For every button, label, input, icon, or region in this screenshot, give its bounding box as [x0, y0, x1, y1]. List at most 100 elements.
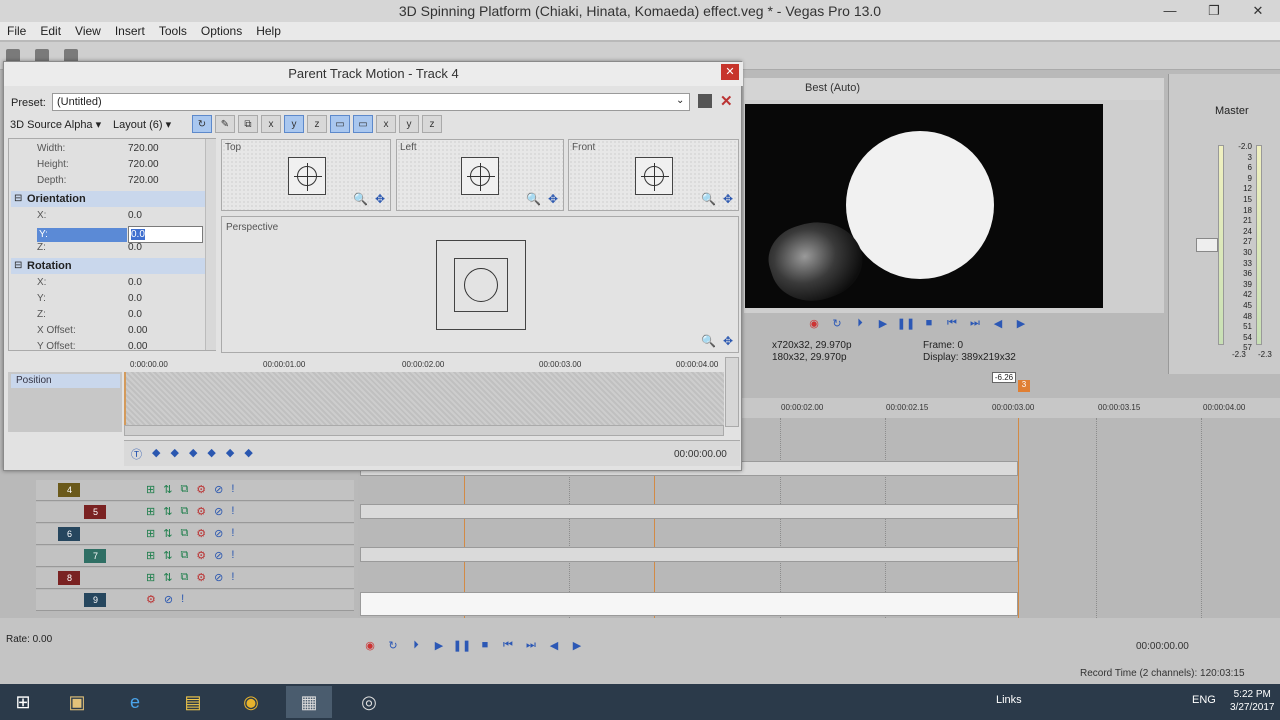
prevent-x-icon[interactable]: x — [261, 115, 281, 133]
menu-insert[interactable]: Insert — [115, 22, 145, 40]
chevron-down-icon[interactable]: ⌄ — [676, 95, 684, 106]
front-viewport[interactable]: Front 🔍 ✥ — [568, 139, 739, 211]
solo-icon[interactable]: ! — [231, 549, 234, 562]
loop-icon[interactable]: ↻ — [385, 637, 401, 653]
track-header[interactable]: 8 ⊞ ⇅ ⧉ ⚙ ⊘! — [36, 568, 354, 589]
move-icon[interactable]: ✥ — [723, 334, 733, 348]
dialog-close-button[interactable]: ✕ — [721, 64, 739, 80]
record-icon[interactable]: ◉ — [362, 637, 378, 653]
track-header[interactable]: 4 ⊞ ⇅ ⧉ ⚙ ⊘! — [36, 480, 354, 501]
menu-view[interactable]: View — [75, 22, 101, 40]
compositing-icon[interactable]: ⧉ — [180, 549, 188, 562]
vegas-pro-icon[interactable]: ▦ — [286, 686, 332, 718]
go-end-icon[interactable]: ⏭ — [523, 637, 539, 653]
prev-keyframe-icon[interactable]: ◆ — [170, 446, 178, 462]
region-marker[interactable]: 3 — [1018, 380, 1030, 392]
next-frame-icon[interactable]: ▶ — [569, 637, 585, 653]
add-keyframe-icon[interactable]: ◆ — [189, 446, 197, 462]
menu-file[interactable]: File — [7, 22, 26, 40]
compositing-icon[interactable]: ⧉ — [180, 527, 188, 540]
internet-explorer-icon[interactable]: e — [112, 686, 158, 718]
zoom-icon[interactable]: 🔍 — [353, 192, 368, 206]
track-fx-icon[interactable]: ⊞ — [146, 505, 155, 518]
chrome-icon[interactable]: ◉ — [228, 686, 274, 718]
prev-frame-icon[interactable]: ◀ — [546, 637, 562, 653]
solo-icon[interactable]: ! — [231, 527, 234, 540]
recycle-app-icon[interactable]: ▣ — [54, 686, 100, 718]
menu-tools[interactable]: Tools — [159, 22, 187, 40]
clip-event[interactable] — [360, 504, 1018, 519]
track-fx-icon[interactable]: ⊞ — [146, 549, 155, 562]
delete-keyframe-icon[interactable]: ◆ — [244, 446, 252, 462]
rotate-icon[interactable]: ↻ — [192, 115, 212, 133]
preview-quality-select[interactable]: Best (Auto) — [805, 82, 860, 94]
compositing-icon[interactable]: ⧉ — [180, 571, 188, 584]
mute-icon[interactable]: ⊘ — [164, 593, 173, 606]
preset-select[interactable]: (Untitled) — [52, 93, 690, 111]
track-fx-icon[interactable]: ⊞ — [146, 483, 155, 496]
track-motion-icon[interactable]: ⇅ — [163, 505, 172, 518]
orientation-section[interactable]: Orientation — [11, 191, 205, 207]
rotation-x[interactable]: X: 0.0 — [9, 275, 205, 291]
left-view-frame[interactable] — [461, 157, 499, 195]
maximize-button[interactable]: ❐ — [1192, 0, 1236, 22]
clock[interactable]: 5:22 PM 3/27/2017 — [1230, 688, 1275, 714]
compositing-icon[interactable]: ⧉ — [180, 505, 188, 518]
go-end-icon[interactable]: ⏭ — [967, 315, 983, 331]
source-mode-select[interactable]: 3D Source Alpha ▾ — [10, 118, 101, 131]
left-viewport[interactable]: Left 🔍 ✥ — [396, 139, 564, 211]
x-offset[interactable]: X Offset: 0.00 — [9, 323, 205, 339]
pause-icon[interactable]: ❚❚ — [453, 637, 471, 653]
move-icon[interactable]: ✥ — [375, 192, 385, 206]
menu-options[interactable]: Options — [201, 22, 242, 40]
track-motion-icon[interactable]: ⇅ — [163, 527, 172, 540]
play-icon[interactable]: ▶ — [431, 637, 447, 653]
next-frame-icon[interactable]: ▶ — [1013, 315, 1029, 331]
sync-cursor-icon[interactable]: Ⓣ — [131, 446, 142, 462]
gear-icon[interactable]: ⚙ — [196, 505, 206, 518]
track-fx-icon[interactable]: ⊞ — [146, 527, 155, 540]
solo-icon[interactable]: ! — [181, 593, 184, 606]
properties-scrollbar[interactable] — [205, 139, 216, 350]
zoom-icon[interactable]: 🔍 — [701, 334, 716, 348]
track-header[interactable]: 7 ⊞ ⇅ ⧉ ⚙ ⊘! — [36, 546, 354, 567]
orientation-x[interactable]: X: 0.0 — [9, 208, 205, 224]
delete-preset-icon[interactable]: ✕ — [720, 92, 733, 110]
track-motion-icon[interactable]: ⇅ — [163, 571, 172, 584]
mute-icon[interactable]: ⊘ — [214, 483, 223, 496]
mute-icon[interactable]: ⊘ — [214, 505, 223, 518]
scale-y-icon[interactable]: y — [399, 115, 419, 133]
close-button[interactable]: ✕ — [1236, 0, 1280, 22]
play-from-start-icon[interactable]: ⏵ — [408, 637, 424, 653]
object-space-icon[interactable]: ⧉ — [238, 115, 258, 133]
position-track-label[interactable]: Position — [11, 374, 120, 388]
orientation-z[interactable]: Z: 0.0 — [9, 240, 205, 256]
menu-help[interactable]: Help — [256, 22, 281, 40]
rotation-y[interactable]: Y: 0.0 — [9, 291, 205, 307]
pause-icon[interactable]: ❚❚ — [897, 315, 915, 331]
language-indicator[interactable]: ENG — [1192, 694, 1216, 706]
prev-frame-icon[interactable]: ◀ — [990, 315, 1006, 331]
prevent-z-icon[interactable]: z — [307, 115, 327, 133]
perspective-inner-frame[interactable] — [454, 258, 508, 312]
compositing-icon[interactable]: ⧉ — [180, 483, 188, 496]
gear-icon[interactable]: ⚙ — [196, 549, 206, 562]
track-motion-icon[interactable]: ⇅ — [163, 483, 172, 496]
keyframe-track[interactable] — [124, 372, 724, 430]
stop-icon[interactable]: ■ — [477, 637, 493, 653]
master-fader[interactable] — [1196, 238, 1218, 252]
edit-tool-icon[interactable]: ✎ — [215, 115, 235, 133]
track-fx-icon[interactable]: ⊞ — [146, 571, 155, 584]
play-icon[interactable]: ▶ — [875, 315, 891, 331]
move-icon[interactable]: ✥ — [723, 192, 733, 206]
layout-select[interactable]: Layout (6) ▾ — [113, 118, 171, 131]
scale-z-icon[interactable]: z — [422, 115, 442, 133]
zoom-icon[interactable]: 🔍 — [526, 192, 541, 206]
top-view-frame[interactable] — [288, 157, 326, 195]
perspective-viewport[interactable]: Perspective 🔍 ✥ — [221, 216, 739, 353]
front-view-frame[interactable] — [635, 157, 673, 195]
gear-icon[interactable]: ⚙ — [196, 571, 206, 584]
enable-move-y-icon[interactable]: ▭ — [353, 115, 373, 133]
keyframe-horizontal-scrollbar[interactable] — [124, 425, 724, 436]
play-from-start-icon[interactable]: ⏵ — [852, 315, 868, 331]
